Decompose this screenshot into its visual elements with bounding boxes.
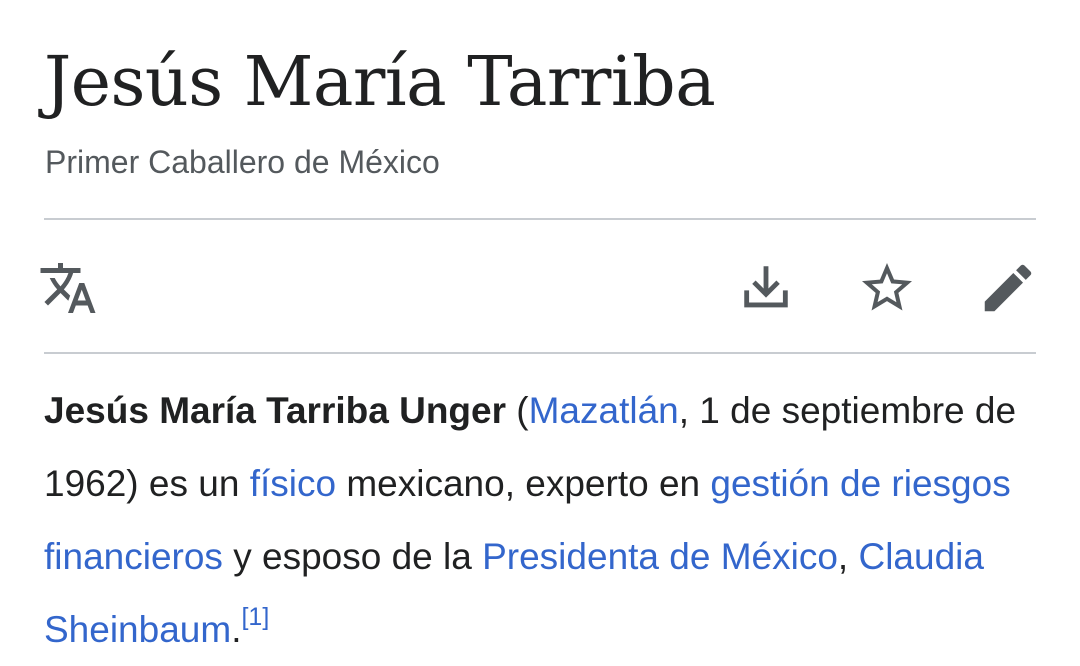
download-icon (744, 266, 788, 308)
translate-icon (40, 263, 96, 313)
page-title: Jesús María Tarriba (44, 43, 716, 122)
lead-text: . (231, 609, 242, 650)
lead-text: y esposo de la (222, 536, 483, 577)
article-page: Jesús María Tarriba Primer Caballero de … (40, 0, 1036, 665)
star-icon (862, 263, 912, 311)
language-button[interactable] (36, 256, 100, 320)
watch-button[interactable] (855, 256, 919, 320)
lead-text: ( (506, 390, 529, 431)
article-subject: Jesús María Tarriba Unger (44, 390, 506, 431)
link-office[interactable]: Presidenta de México (482, 536, 838, 577)
toolbar-divider (44, 352, 1036, 354)
download-button[interactable] (734, 256, 798, 320)
pencil-icon (984, 264, 1032, 312)
link-profession[interactable]: físico (250, 463, 336, 504)
link-birthplace[interactable]: Mazatlán (529, 390, 679, 431)
page-actions-toolbar (40, 256, 1036, 320)
header-divider (44, 218, 1036, 220)
lead-paragraph: Jesús María Tarriba Unger (Mazatlán, 1 d… (44, 374, 1044, 666)
edit-button[interactable] (976, 256, 1040, 320)
lead-text: , (837, 536, 859, 577)
page-description: Primer Caballero de México (45, 144, 440, 180)
reference-link[interactable]: [1] (241, 603, 269, 631)
lead-text: mexicano, experto en (336, 463, 711, 504)
